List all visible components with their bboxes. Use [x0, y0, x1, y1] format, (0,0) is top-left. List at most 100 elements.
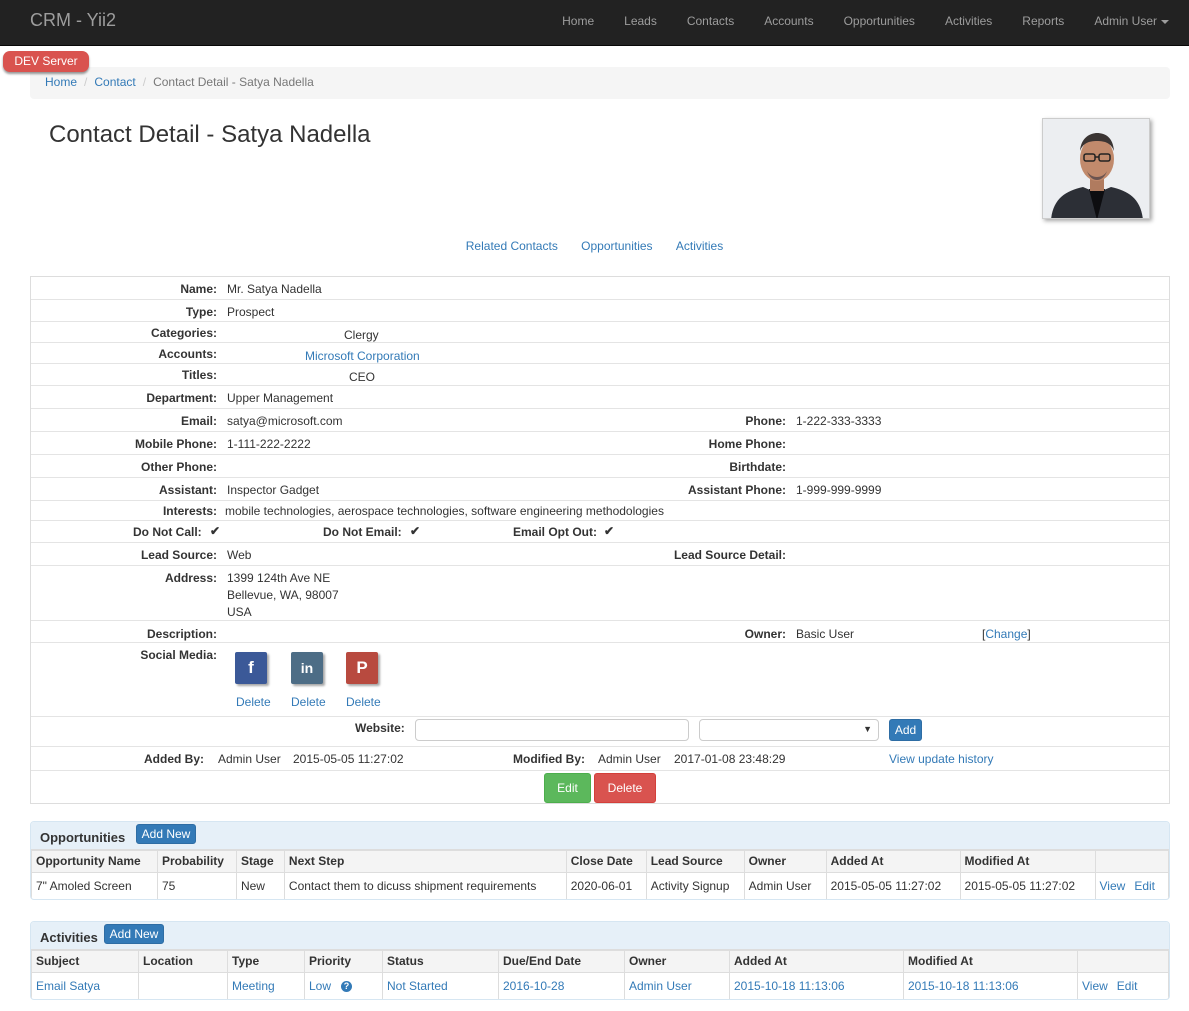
- department-value: Upper Management: [227, 391, 334, 405]
- col-owner[interactable]: Owner: [743, 849, 827, 873]
- email-opt-out-check-icon: ✔: [604, 524, 615, 538]
- col-due-date[interactable]: Due/End Date: [498, 949, 625, 973]
- description-label: Description:: [146, 627, 217, 641]
- nav-contacts[interactable]: Contacts: [672, 0, 749, 46]
- portrait-image: [1043, 119, 1149, 218]
- department-label: Department:: [146, 391, 217, 405]
- detail-row-address: Address: 1399 124th Ave NE Bellevue, WA,…: [31, 566, 1169, 621]
- table-header-row: Opportunity Name Probability Stage Next …: [31, 849, 1169, 873]
- linkedin-icon[interactable]: in: [291, 652, 323, 684]
- detail-row-description: Description: Owner: Basic User [Change]: [31, 621, 1169, 643]
- cell-actions: View Edit: [1094, 871, 1169, 899]
- delete-linkedin-link[interactable]: Delete: [291, 695, 326, 709]
- facebook-icon[interactable]: f: [235, 652, 267, 684]
- col-subject[interactable]: Subject: [31, 949, 139, 973]
- nav-activities[interactable]: Activities: [930, 0, 1007, 46]
- chevron-down-icon: [1161, 19, 1169, 24]
- email-label: Email:: [180, 414, 217, 428]
- breadcrumb-home[interactable]: Home: [45, 75, 77, 89]
- detail-row-email: Email: satya@microsoft.com Phone: 1-222-…: [31, 409, 1169, 432]
- add-website-button[interactable]: Add: [889, 719, 922, 741]
- col-actions: [1094, 849, 1169, 873]
- detail-row-mobile: Mobile Phone: 1-111-222-2222 Home Phone:: [31, 432, 1169, 455]
- activity-due-link[interactable]: 2016-10-28: [503, 979, 564, 993]
- activity-modified-link[interactable]: 2015-10-18 11:13:06: [908, 979, 1019, 993]
- col-owner[interactable]: Owner: [624, 949, 730, 973]
- modified-at-value: 2017-01-08 23:48:29: [674, 752, 786, 766]
- do-not-email-check-icon: ✔: [410, 524, 421, 538]
- brand-logo[interactable]: CRM - Yii2: [30, 10, 116, 31]
- breadcrumb-contact[interactable]: Contact: [94, 75, 135, 89]
- modified-by-label: Modified By:: [513, 752, 585, 766]
- cell-lead-source: Activity Signup: [645, 871, 745, 899]
- activity-subject-link[interactable]: Email Satya: [36, 979, 100, 993]
- website-input[interactable]: [415, 719, 689, 741]
- tab-opportunities[interactable]: Opportunities: [581, 239, 652, 253]
- cell-owner: Admin User: [624, 971, 730, 999]
- col-added-at[interactable]: Added At: [825, 849, 961, 873]
- view-activity-link[interactable]: View: [1082, 979, 1108, 993]
- nav-opportunities[interactable]: Opportunities: [829, 0, 930, 46]
- question-circle-icon[interactable]: ?: [341, 981, 353, 992]
- website-label: Website:: [355, 721, 405, 735]
- detail-row-name: Name: Mr. Satya Nadella: [31, 277, 1169, 300]
- pinterest-icon[interactable]: P: [346, 652, 378, 684]
- change-owner-link[interactable]: Change: [985, 627, 1027, 641]
- nav-home[interactable]: Home: [547, 0, 609, 46]
- col-status[interactable]: Status: [382, 949, 499, 973]
- cell-opportunity-name: 7" Amoled Screen: [31, 871, 158, 899]
- activity-status-link[interactable]: Not Started: [387, 979, 448, 993]
- edit-contact-button[interactable]: Edit: [544, 773, 591, 803]
- user-menu[interactable]: Admin User: [1079, 0, 1189, 46]
- edit-activity-link[interactable]: Edit: [1117, 979, 1138, 993]
- col-lead-source[interactable]: Lead Source: [645, 849, 745, 873]
- nav-leads[interactable]: Leads: [609, 0, 672, 46]
- col-actions: [1077, 949, 1169, 973]
- owner-label: Owner:: [744, 627, 786, 641]
- col-close-date[interactable]: Close Date: [565, 849, 647, 873]
- email-value: satya@microsoft.com: [227, 414, 343, 428]
- activity-type-link[interactable]: Meeting: [232, 979, 275, 993]
- col-location[interactable]: Location: [138, 949, 228, 973]
- add-opportunity-button[interactable]: Add New: [136, 824, 196, 844]
- col-type[interactable]: Type: [227, 949, 305, 973]
- opportunities-panel: Opportunities Add New Opportunity Name P…: [30, 821, 1170, 900]
- col-stage[interactable]: Stage: [235, 849, 285, 873]
- activity-priority-link[interactable]: Low: [309, 979, 331, 993]
- view-opportunity-link[interactable]: View: [1100, 879, 1126, 893]
- col-added-at[interactable]: Added At: [729, 949, 904, 973]
- detail-row-flags: Do Not Call: ✔ Do Not Email: ✔ Email Opt…: [31, 521, 1169, 543]
- tab-activities[interactable]: Activities: [676, 239, 723, 253]
- nav-accounts[interactable]: Accounts: [749, 0, 828, 46]
- view-update-history-link[interactable]: View update history: [889, 752, 994, 766]
- tab-related-contacts[interactable]: Related Contacts: [466, 239, 558, 253]
- col-probability[interactable]: Probability: [156, 849, 237, 873]
- activity-owner-link[interactable]: Admin User: [629, 979, 692, 993]
- nav-reports[interactable]: Reports: [1007, 0, 1079, 46]
- activity-added-link[interactable]: 2015-10-18 11:13:06: [734, 979, 845, 993]
- col-modified-at[interactable]: Modified At: [903, 949, 1078, 973]
- col-opportunity-name[interactable]: Opportunity Name: [31, 849, 158, 873]
- delete-pinterest-link[interactable]: Delete: [346, 695, 381, 709]
- website-type-select[interactable]: ▼: [699, 719, 879, 741]
- breadcrumb-current: Contact Detail - Satya Nadella: [153, 75, 314, 89]
- name-value: Mr. Satya Nadella: [227, 282, 322, 296]
- col-modified-at[interactable]: Modified At: [959, 849, 1096, 873]
- col-priority[interactable]: Priority: [304, 949, 383, 973]
- cell-probability: 75: [156, 871, 237, 899]
- delete-facebook-link[interactable]: Delete: [236, 695, 271, 709]
- related-links: Related Contacts Opportunities Activitie…: [0, 239, 1189, 253]
- add-activity-button[interactable]: Add New: [104, 924, 164, 944]
- activities-title: Activities: [40, 930, 98, 945]
- table-row: 7" Amoled Screen 75 New Contact them to …: [31, 871, 1169, 899]
- assistant-value: Inspector Gadget: [227, 483, 320, 497]
- lead-source-detail-label: Lead Source Detail:: [673, 548, 786, 562]
- dev-server-badge: DEV Server: [3, 51, 89, 72]
- interests-value: mobile technologies, aerospace technolog…: [225, 504, 664, 518]
- delete-contact-button[interactable]: Delete: [594, 773, 656, 803]
- account-link[interactable]: Microsoft Corporation: [305, 349, 420, 363]
- cell-subject: Email Satya: [31, 971, 139, 999]
- edit-opportunity-link[interactable]: Edit: [1134, 879, 1155, 893]
- col-next-step[interactable]: Next Step: [283, 849, 567, 873]
- do-not-email-label: Do Not Email:: [323, 525, 402, 539]
